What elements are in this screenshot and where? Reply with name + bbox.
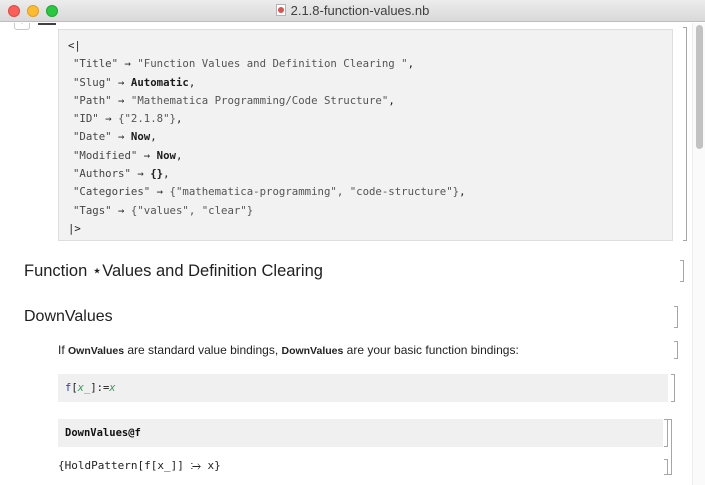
insert-cell-plus-icon[interactable]: + [14,23,30,30]
metadata-key: "Date" [73,130,112,144]
association-close: |> [68,221,81,235]
metadata-value: Automatic [130,75,189,89]
metadata-key: "Path" [73,93,112,107]
text-suffix: are your basic function bindings: [343,343,519,357]
rule-arrow: → [118,93,125,107]
metadata-row: "Date" → Now, [68,128,672,146]
window-titlebar: 2.1.8-function-values.nb [0,0,705,22]
metadata-separator: , [388,93,395,107]
metadata-value: "Mathematica Programming/Code Structure" [130,93,389,107]
metadata-separator: , [188,75,196,89]
window-title-text: 2.1.8-function-values.nb [290,3,430,18]
text-prefix: If [58,343,69,357]
metadata-row: "Slug" → Automatic, [68,74,672,92]
metadata-key: "Modified" [73,148,138,162]
metadata-separator: , [407,57,415,71]
metadata-association-cell[interactable]: <| "Title" → "Function Values and Defini… [58,29,673,241]
metadata-row: "Modified" → Now, [68,147,672,165]
metadata-key: "Authors" [73,167,131,181]
input2-cell-bracket[interactable] [664,419,668,447]
notebook-file-icon [275,4,286,16]
window-title: 2.1.8-function-values.nb [0,3,705,18]
downvalues-head: DownValues@ [65,427,135,439]
metadata-value: Now [130,130,151,144]
rule-arrow: → [118,203,125,217]
section-title[interactable]: Function ⋆Values and Definition Clearing [24,261,323,281]
rule-arrow: → [118,75,125,89]
rule-arrow: → [137,167,144,181]
metadata-key: "Title" [73,57,119,71]
text-cell-bracket[interactable] [674,341,678,359]
metadata-separator: , [175,148,183,162]
input-cell-bracket[interactable] [671,374,675,402]
metadata-value: Now [156,148,176,162]
input-cell-downvalues[interactable]: DownValues@f [58,419,663,447]
text-middle: are standard value bindings, [124,343,282,357]
metadata-row: "Authors" → {}, [68,165,672,183]
metadata-value: {"mathematica-programming", "code-struct… [169,185,460,199]
text-cell[interactable]: If OwnValues are standard value bindings… [58,343,519,357]
metadata-key: "Slug" [73,75,112,89]
metadata-separator: , [459,185,466,199]
input-cell-definition[interactable]: f[x_]:=x [58,374,668,402]
notebook-content[interactable]: + <| "Title" → "Function Values and Defi… [0,23,692,485]
metadata-value: {"values", "clear"} [130,203,254,217]
metadata-key: "Tags" [73,203,112,217]
output-cell: {HoldPattern[f[x_]] ⧴ x} [58,459,221,472]
metadata-key: "ID" [73,112,99,126]
metadata-separator: , [163,167,170,181]
metadata-cell-bracket[interactable] [683,27,687,241]
metadata-row: "Tags" → {"values", "clear"} [68,202,672,220]
metadata-separator: , [150,130,157,144]
metadata-row: "Categories" → {"mathematica-programming… [68,183,672,201]
downvalues-arg: f [134,427,141,439]
downvalues-term: DownValues [281,345,344,357]
metadata-separator: , [175,112,183,126]
association-open: <| [68,39,81,52]
rule-arrow: → [124,57,131,71]
rule-arrow: → [105,112,112,126]
ownvalues-term: OwnValues [68,345,125,357]
cell-insertion-point [38,23,56,25]
input-output-group-bracket[interactable] [668,419,672,475]
metadata-key: "Categories" [73,185,151,199]
subsection-title[interactable]: DownValues [24,308,113,326]
metadata-rows: "Title" → "Function Values and Definitio… [68,55,672,220]
pattern-x: x_ [77,382,91,394]
scrollbar-thumb[interactable] [696,25,703,149]
output-cell-bracket[interactable] [664,459,668,475]
rule-arrow: → [143,148,151,162]
rule-arrow: → [156,185,164,199]
subsection-cell-bracket[interactable] [674,306,678,328]
metadata-row: "Path" → "Mathematica Programming/Code S… [68,92,672,110]
rhs-x: x [109,382,116,394]
vertical-scrollbar[interactable] [692,23,705,485]
metadata-value: {"2.1.8"} [118,112,176,126]
metadata-value: {} [150,167,164,181]
section-cell-bracket[interactable] [680,260,684,282]
set-delayed: ]:= [90,382,110,394]
rule-arrow: → [118,130,125,144]
metadata-row: "Title" → "Function Values and Definitio… [68,55,672,73]
metadata-value: "Function Values and Definition Clearing… [137,57,408,71]
metadata-row: "ID" → {"2.1.8"}, [68,110,672,128]
